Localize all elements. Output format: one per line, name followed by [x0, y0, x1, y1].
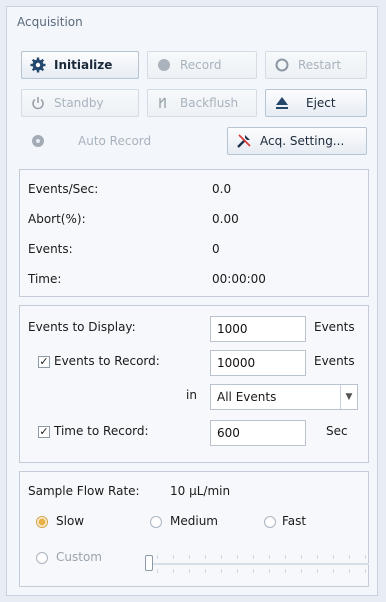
slider-tick [189, 569, 190, 573]
eject-icon [274, 95, 290, 111]
auto-record-label: Auto Record [78, 134, 152, 148]
time-to-record-label: Time to Record: [54, 424, 149, 438]
slider-tick [205, 569, 206, 573]
acquisition-panel: Acquisition Initialize Record Restart St… [6, 6, 378, 596]
standby-label: Standby [54, 96, 104, 110]
record-settings-group: Events to Display: 1000 Events ✓ Events … [19, 305, 369, 463]
slider-tick [253, 569, 254, 573]
slider-tick [349, 569, 350, 573]
in-label: in [186, 388, 197, 402]
slider-tick [365, 569, 366, 573]
acq-setting-button[interactable]: Acq. Setting... [227, 127, 367, 155]
abort-value: 0.00 [212, 212, 239, 226]
slider-tick [317, 569, 318, 573]
slider-tick [237, 555, 238, 559]
acq-setting-label: Acq. Setting... [260, 134, 345, 148]
gear-icon [30, 57, 46, 73]
slider-tick [269, 569, 270, 573]
events-label: Events: [28, 242, 73, 256]
time-to-record-checkbox[interactable]: ✓ [38, 426, 50, 438]
record-icon [156, 57, 172, 73]
standby-button[interactable]: Standby [21, 89, 139, 117]
dropdown-arrow-icon[interactable]: ▼ [340, 385, 357, 409]
wrench-icon [236, 133, 252, 149]
time-label: Time: [28, 272, 62, 286]
flow-rate-value: 10 µL/min [170, 484, 231, 498]
slider-tick [301, 569, 302, 573]
power-icon [30, 95, 46, 111]
events-to-record-unit: Events [314, 354, 355, 368]
custom-radio[interactable] [36, 552, 48, 564]
restart-icon [274, 57, 290, 73]
time-to-record-input[interactable]: 600 [210, 420, 306, 446]
slider-tick [173, 569, 174, 573]
events-to-record-label: Events to Record: [54, 354, 160, 368]
slow-radio[interactable] [36, 516, 48, 528]
slider-tick [157, 569, 158, 573]
slider-tick [317, 555, 318, 559]
slider-tick [253, 555, 254, 559]
slider-tick [269, 555, 270, 559]
restart-button[interactable]: Restart [265, 51, 367, 79]
flow-rate-label: Sample Flow Rate: [28, 484, 140, 498]
slider-tick [333, 555, 334, 559]
slider-tick [285, 569, 286, 573]
slider-tick [349, 555, 350, 559]
initialize-button[interactable]: Initialize [21, 51, 139, 79]
events-per-sec-value: 0.0 [212, 182, 232, 196]
auto-record-icon [30, 133, 46, 149]
panel-title: Acquisition [17, 15, 83, 29]
statistics-group: Events/Sec: 0.0 Abort(%): 0.00 Events: 0… [19, 169, 369, 297]
slider-tick [301, 555, 302, 559]
slider-tick [173, 555, 174, 559]
events-to-record-input[interactable]: 10000 [210, 350, 306, 376]
slider-tick [365, 555, 366, 559]
eject-button[interactable]: Eject [265, 89, 367, 117]
events-to-display-input[interactable]: 1000 [210, 316, 306, 342]
auto-record-button[interactable]: Auto Record [21, 127, 221, 155]
medium-label: Medium [170, 514, 218, 528]
record-button[interactable]: Record [147, 51, 257, 79]
record-label: Record [180, 58, 222, 72]
custom-flow-slider-track[interactable] [149, 563, 369, 565]
time-to-record-unit: Sec [326, 424, 348, 438]
backflush-label: Backflush [180, 96, 239, 110]
slider-tick [237, 569, 238, 573]
medium-radio[interactable] [150, 516, 162, 528]
backflush-button[interactable]: Backflush [147, 89, 257, 117]
fast-radio[interactable] [264, 516, 276, 528]
initialize-label: Initialize [54, 58, 113, 72]
slider-tick [205, 555, 206, 559]
events-per-sec-label: Events/Sec: [28, 182, 99, 196]
events-value: 0 [212, 242, 220, 256]
eject-label: Eject [306, 96, 336, 110]
events-to-display-label: Events to Display: [28, 320, 136, 334]
backflush-icon [156, 95, 172, 111]
event-filter-value: All Events [217, 390, 277, 404]
events-to-record-checkbox[interactable]: ✓ [38, 356, 50, 368]
slider-tick [285, 555, 286, 559]
event-filter-select[interactable]: All Events ▼ [210, 384, 358, 410]
time-value: 00:00:00 [212, 272, 266, 286]
slider-tick [333, 569, 334, 573]
slider-tick [221, 555, 222, 559]
slider-tick [189, 555, 190, 559]
events-to-display-unit: Events [314, 320, 355, 334]
slider-tick [221, 569, 222, 573]
abort-label: Abort(%): [28, 212, 86, 226]
slow-label: Slow [56, 514, 85, 528]
custom-flow-slider-thumb[interactable] [145, 555, 153, 571]
restart-label: Restart [298, 58, 342, 72]
custom-label: Custom [56, 550, 102, 564]
fast-label: Fast [282, 514, 307, 528]
slider-tick [157, 555, 158, 559]
